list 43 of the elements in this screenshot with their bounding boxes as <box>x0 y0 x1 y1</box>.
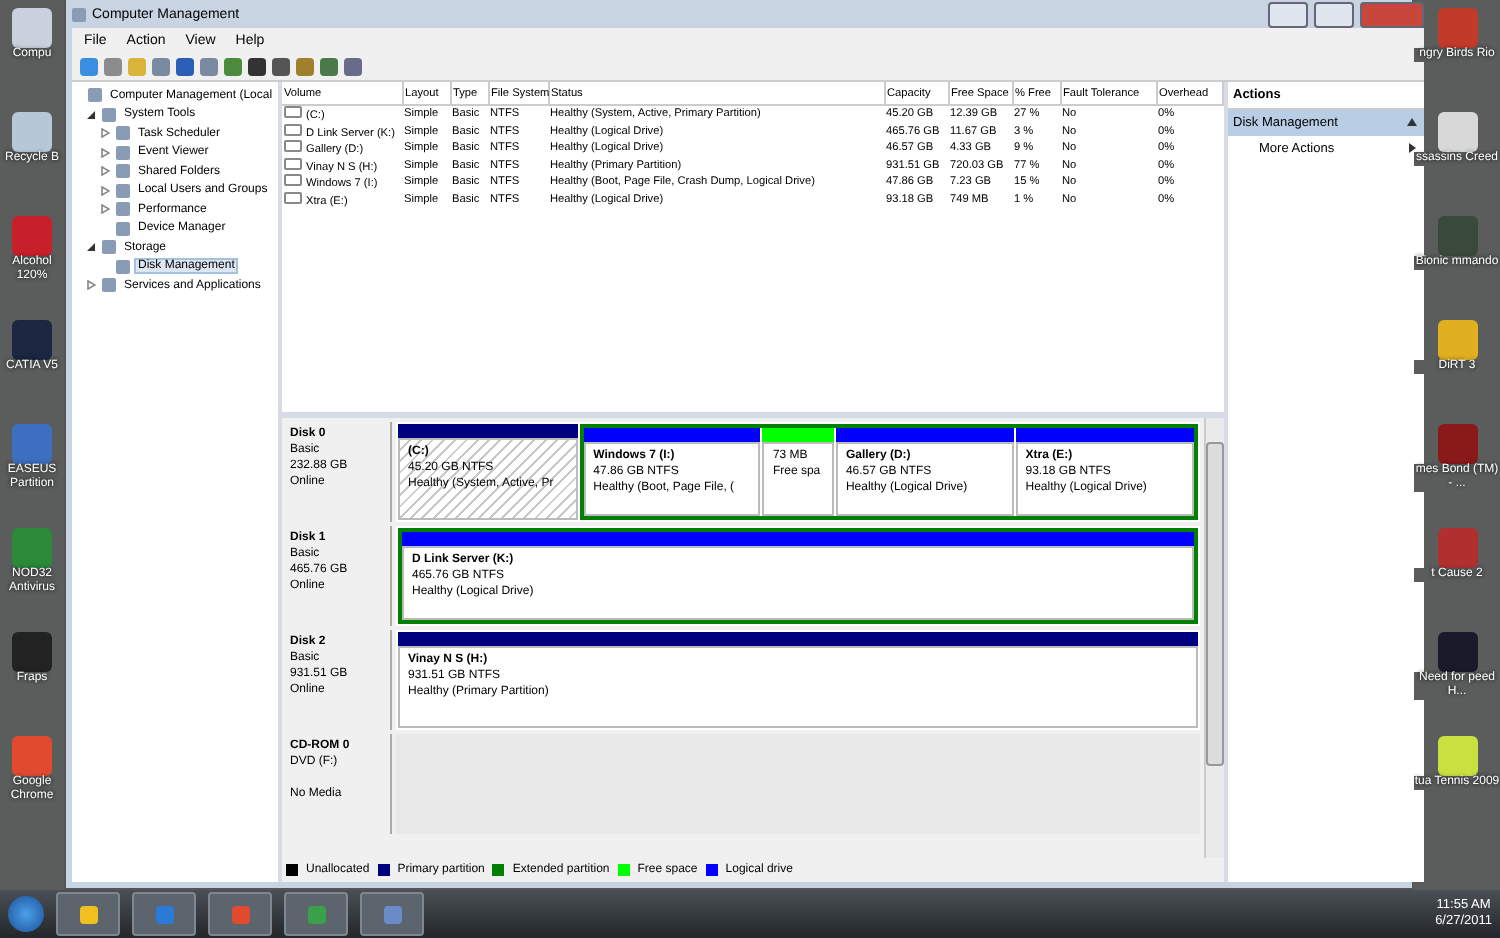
node-icon <box>116 202 130 217</box>
minimize-button[interactable] <box>1267 1 1307 27</box>
expanded-triangle-icon[interactable] <box>86 242 96 253</box>
start-button[interactable] <box>8 896 44 932</box>
shortcut-icon[interactable] <box>1437 632 1477 672</box>
app-icon <box>155 905 173 923</box>
taskbar-button[interactable] <box>208 892 272 936</box>
app-icon <box>79 905 97 923</box>
node-icon <box>116 183 130 198</box>
taskbar-button[interactable] <box>56 892 120 936</box>
node-icon <box>102 278 116 293</box>
node-icon <box>116 126 130 141</box>
shortcut-icon[interactable] <box>1437 320 1477 360</box>
shortcut-icon[interactable] <box>1437 736 1477 776</box>
shortcut-icon[interactable] <box>12 320 52 360</box>
shortcut-icon[interactable] <box>1437 112 1477 152</box>
node-icon <box>116 259 130 274</box>
node-icon <box>116 145 130 160</box>
collapsed-triangle-icon[interactable] <box>100 128 110 139</box>
node-icon <box>88 88 102 103</box>
expanded-triangle-icon[interactable] <box>86 109 96 120</box>
app-icon <box>72 7 86 21</box>
app-icon <box>307 905 325 923</box>
collapsed-triangle-icon[interactable] <box>100 204 110 215</box>
scrollbar[interactable] <box>1203 418 1223 858</box>
maximize-button[interactable] <box>1313 1 1353 27</box>
taskbar-button[interactable] <box>284 892 348 936</box>
app-icon <box>383 905 401 923</box>
scroll-thumb[interactable] <box>1205 442 1223 766</box>
node-icon <box>116 164 130 179</box>
close-button[interactable] <box>1359 1 1423 27</box>
taskbar-button[interactable] <box>360 892 424 936</box>
collapsed-triangle-icon[interactable] <box>86 280 96 291</box>
node-icon <box>102 240 116 255</box>
collapse-triangle-icon[interactable] <box>1405 116 1417 128</box>
node-icon <box>116 221 130 236</box>
node-icon <box>102 107 116 122</box>
taskbar-button[interactable] <box>132 892 196 936</box>
collapsed-triangle-icon[interactable] <box>100 147 110 158</box>
app-icon <box>231 905 249 923</box>
collapsed-triangle-icon[interactable] <box>100 185 110 196</box>
collapsed-triangle-icon[interactable] <box>100 166 110 177</box>
submenu-triangle-icon <box>1405 142 1417 154</box>
